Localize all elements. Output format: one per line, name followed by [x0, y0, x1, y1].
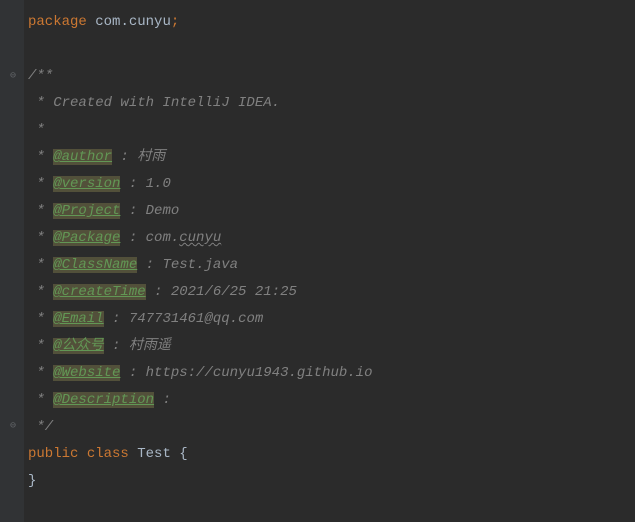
javadoc-value: : 2021/6/25 21:25 — [146, 284, 297, 300]
javadoc-star: * — [28, 122, 45, 138]
code-line: * @author : 村雨 — [28, 145, 635, 172]
code-line: * @Package : com.cunyu — [28, 226, 635, 253]
code-line: * @createTime : 2021/6/25 21:25 — [28, 280, 635, 307]
javadoc-tag-description: @Description — [53, 392, 154, 408]
code-line: * @version : 1.0 — [28, 172, 635, 199]
close-brace: } — [28, 473, 36, 489]
javadoc-value: : Demo — [120, 203, 179, 219]
javadoc-value: : 1.0 — [120, 176, 170, 192]
javadoc-value: : Test.java — [137, 257, 238, 273]
package-part: com — [95, 14, 120, 30]
editor-gutter: ⊖ ⊖ — [0, 0, 24, 522]
code-line: /** — [28, 64, 635, 91]
class-name: Test — [137, 446, 171, 462]
javadoc-tag-createtime: @createTime — [53, 284, 145, 300]
code-line: } — [28, 469, 635, 496]
code-line: * — [28, 118, 635, 145]
javadoc-tag-package: @Package — [53, 230, 120, 246]
javadoc-prefix: * — [28, 311, 53, 327]
javadoc-prefix: * — [28, 203, 53, 219]
code-editor[interactable]: package com.cunyu; /** * Created with In… — [0, 0, 635, 496]
fold-icon[interactable]: ⊖ — [10, 68, 16, 87]
code-line: public class Test { — [28, 442, 635, 469]
code-line: * @Website : https://cunyu1943.github.io — [28, 361, 635, 388]
code-line — [28, 37, 635, 64]
javadoc-open: /** — [28, 68, 53, 84]
javadoc-tag-website: @Website — [53, 365, 120, 381]
code-line: * @Email : 747731461@qq.com — [28, 307, 635, 334]
javadoc-tag-gzh: @公众号 — [53, 338, 103, 354]
javadoc-prefix: * — [28, 338, 53, 354]
javadoc-value: : 747731461@qq.com — [104, 311, 264, 327]
javadoc-value: : 村雨遥 — [104, 338, 171, 354]
javadoc-prefix: * — [28, 176, 53, 192]
javadoc-prefix: * — [28, 149, 53, 165]
javadoc-prefix: * — [28, 257, 53, 273]
javadoc-value: : 村雨 — [112, 149, 165, 165]
code-line: * @Description : — [28, 388, 635, 415]
javadoc-prefix: * — [28, 230, 53, 246]
javadoc-tag-classname: @ClassName — [53, 257, 137, 273]
open-brace: { — [179, 446, 187, 462]
javadoc-value: : https://cunyu1943.github.io — [120, 365, 372, 381]
javadoc-value-wavy: cunyu — [179, 230, 221, 246]
code-line: * Created with IntelliJ IDEA. — [28, 91, 635, 118]
code-line: * @ClassName : Test.java — [28, 253, 635, 280]
javadoc-tag-project: @Project — [53, 203, 120, 219]
code-line: * @Project : Demo — [28, 199, 635, 226]
javadoc-text: * Created with IntelliJ IDEA. — [28, 95, 280, 111]
code-line: * @公众号 : 村雨遥 — [28, 334, 635, 361]
javadoc-tag-author: @author — [53, 149, 112, 165]
package-part: cunyu — [129, 14, 171, 30]
keyword-class: class — [87, 446, 129, 462]
javadoc-prefix: * — [28, 392, 53, 408]
javadoc-close: */ — [28, 419, 53, 435]
javadoc-value: : com. — [120, 230, 179, 246]
fold-icon[interactable]: ⊖ — [10, 418, 16, 437]
code-line: package com.cunyu; — [28, 10, 635, 37]
javadoc-value: : — [154, 392, 171, 408]
keyword-public: public — [28, 446, 78, 462]
javadoc-tag-version: @version — [53, 176, 120, 192]
code-line: */ — [28, 415, 635, 442]
javadoc-tag-email: @Email — [53, 311, 103, 327]
keyword-package: package — [28, 14, 87, 30]
javadoc-prefix: * — [28, 284, 53, 300]
semicolon: ; — [171, 14, 179, 30]
javadoc-prefix: * — [28, 365, 53, 381]
dot: . — [120, 14, 128, 30]
